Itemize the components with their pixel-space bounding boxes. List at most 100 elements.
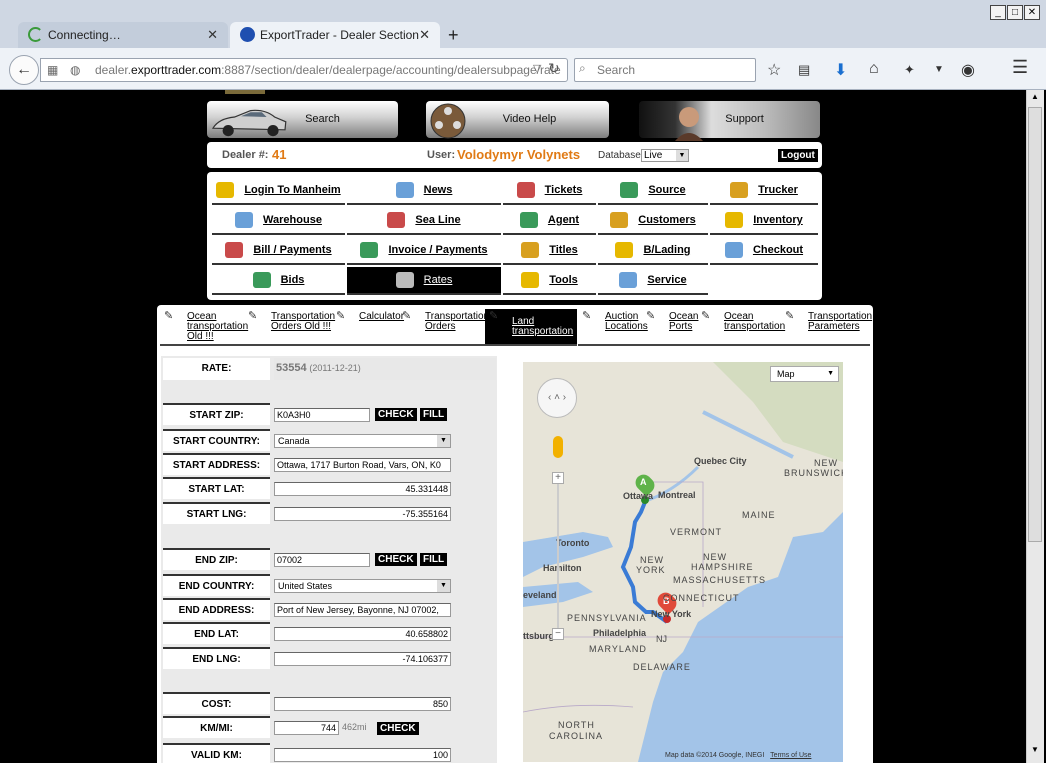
- menu-item-source[interactable]: Source: [598, 177, 708, 205]
- cost-label: COST:: [163, 692, 270, 714]
- menu-item-checkout[interactable]: Checkout: [710, 237, 818, 265]
- valid-km-input[interactable]: 100: [274, 748, 451, 762]
- url-dropdown-icon[interactable]: ▽: [533, 62, 541, 75]
- end-zip-input[interactable]: 07002: [274, 553, 370, 567]
- subtab-ocean-transportation-old[interactable]: ✎ Ocean transportation Old !!!: [160, 309, 248, 346]
- end-address-input[interactable]: Port of New Jersey, Bayonne, NJ 07002,: [274, 603, 451, 617]
- start-zip-input[interactable]: K0A3H0: [274, 408, 370, 422]
- km-input[interactable]: 744: [274, 721, 339, 735]
- menu-item-sea-line[interactable]: Sea Line: [347, 207, 501, 235]
- edit-icon: ✎: [164, 310, 174, 322]
- extension-icon[interactable]: ✦: [904, 62, 915, 78]
- database-value: Live: [644, 150, 663, 161]
- start-address-input[interactable]: Ottawa, 1717 Burton Road, Vars, ON, K0: [274, 458, 451, 472]
- start-lat-input[interactable]: 45.331448: [274, 482, 451, 496]
- menu-item-bill-payments[interactable]: Bill / Payments: [212, 237, 345, 265]
- menu-item-tickets[interactable]: Tickets: [503, 177, 596, 205]
- subtab-land-transportation[interactable]: ✎ Land transportation: [485, 309, 577, 346]
- menu-item-rates[interactable]: Rates: [347, 267, 501, 295]
- map-type-select[interactable]: Map ▼: [770, 366, 839, 382]
- menu-item-b-lading[interactable]: B/Lading: [598, 237, 708, 265]
- back-button[interactable]: ←: [9, 55, 39, 85]
- video-help-button[interactable]: Video Help: [426, 101, 609, 139]
- menu-item-agent[interactable]: Agent: [503, 207, 596, 235]
- end-lng-input[interactable]: -74.106377: [274, 652, 451, 666]
- zoom-out-icon[interactable]: −: [552, 628, 564, 640]
- subtab-calculator[interactable]: ✎ Calculator: [332, 309, 404, 346]
- map-terms-link[interactable]: Terms of Use: [770, 752, 811, 759]
- end-country-select[interactable]: United States ▼: [274, 579, 451, 593]
- street-view-pegman-icon[interactable]: [553, 436, 563, 458]
- scrollbar-thumb[interactable]: [1028, 107, 1042, 542]
- end-lat-label: END LAT:: [163, 622, 270, 644]
- home-icon[interactable]: ⌂: [869, 60, 879, 78]
- end-lat-input[interactable]: 40.658802: [274, 627, 451, 641]
- start-lng-input[interactable]: -75.355164: [274, 507, 451, 521]
- scroll-up-icon[interactable]: ▲: [1028, 92, 1042, 105]
- search-button[interactable]: Search: [207, 101, 398, 138]
- site-favicon-icon: [240, 27, 255, 42]
- subtab-transportation-orders-old[interactable]: ✎ Transportation Orders Old !!!: [244, 309, 335, 346]
- pan-control-icon[interactable]: ‹ ˄ ›: [537, 378, 577, 418]
- menu-item-tools[interactable]: Tools: [503, 267, 596, 295]
- close-window-button[interactable]: ✕: [1024, 5, 1040, 20]
- browser-search-input[interactable]: Search: [574, 58, 756, 82]
- menu-item-customers[interactable]: Customers: [598, 207, 708, 235]
- menu-item-trucker[interactable]: Trucker: [710, 177, 818, 205]
- maximize-button[interactable]: □: [1007, 5, 1023, 20]
- titles-icon: [521, 242, 540, 258]
- cost-input[interactable]: 850: [274, 697, 451, 711]
- subtab-ocean-transportation[interactable]: ✎ Ocean transportation: [697, 309, 785, 346]
- menu-icon[interactable]: ☰: [1012, 57, 1028, 78]
- close-tab-icon[interactable]: ✕: [207, 27, 218, 43]
- tab-connecting[interactable]: Connecting… ✕: [18, 22, 228, 48]
- menu-item-invoice-payments[interactable]: Invoice / Payments: [347, 237, 501, 265]
- database-select[interactable]: Live ▼: [641, 149, 689, 162]
- support-button[interactable]: Support: [639, 101, 820, 141]
- route-map[interactable]: A B Quebec City Ottawa Montreal NEW BRUN…: [523, 362, 843, 762]
- menu-item-inventory[interactable]: Inventory: [710, 207, 818, 235]
- page-list-icon[interactable]: ▦: [47, 63, 58, 77]
- download-icon[interactable]: ⬇: [834, 60, 847, 80]
- start-country-value: Canada: [278, 436, 310, 446]
- new-tab-icon[interactable]: +: [448, 25, 459, 46]
- subtab-ocean-ports[interactable]: ✎ Ocean Ports: [642, 309, 698, 346]
- menu-item-bids[interactable]: Bids: [212, 267, 345, 295]
- zoom-in-icon[interactable]: +: [552, 472, 564, 484]
- source-icon: [620, 182, 639, 198]
- loading-icon: [28, 27, 43, 42]
- start-zip-check-button[interactable]: CHECK: [375, 408, 417, 421]
- subtab-transportation-orders[interactable]: ✎ Transportation Orders: [398, 309, 489, 346]
- end-zip-check-button[interactable]: CHECK: [375, 553, 417, 566]
- sea-line-icon: [387, 212, 406, 228]
- bookmark-star-icon[interactable]: ☆: [767, 60, 781, 80]
- start-zip-fill-button[interactable]: FILL: [420, 408, 448, 421]
- kmmi-check-button[interactable]: CHECK: [377, 722, 419, 735]
- menu-item-warehouse[interactable]: Warehouse: [212, 207, 345, 235]
- support-agent-icon: [675, 107, 703, 141]
- addon-icon[interactable]: ◉: [961, 60, 975, 80]
- close-tab-icon[interactable]: ✕: [419, 27, 430, 43]
- menu-item-login-to-manheim[interactable]: Login To Manheim: [212, 177, 345, 205]
- chevron-down-icon[interactable]: ▼: [934, 64, 944, 75]
- menu-item-news[interactable]: News: [347, 177, 501, 205]
- scroll-down-icon[interactable]: ▼: [1028, 745, 1042, 758]
- url-path: :8887/section/dealer/dealerpage/accounti…: [221, 63, 561, 77]
- subtab-transportation-parameters[interactable]: ✎ Transportation Parameters: [781, 309, 872, 346]
- map-label-toronto: Toronto: [556, 538, 590, 548]
- end-zip-fill-button[interactable]: FILL: [420, 553, 448, 566]
- url-bar[interactable]: dealer.exporttrader.com:8887/section/dea…: [40, 58, 568, 82]
- menu-item-titles[interactable]: Titles: [503, 237, 596, 265]
- search-icon: ⌕: [579, 61, 586, 75]
- start-country-select[interactable]: Canada ▼: [274, 434, 451, 448]
- menu-item-service[interactable]: Service: [598, 267, 708, 295]
- logout-button[interactable]: Logout: [778, 149, 818, 162]
- subtab-auction-locations[interactable]: ✎ Auction Locations: [578, 309, 648, 346]
- reading-list-icon[interactable]: ▤: [798, 62, 810, 78]
- tab-exporttrader[interactable]: ExportTrader - Dealer Section ✕: [230, 22, 440, 48]
- start-country-label: START COUNTRY:: [163, 429, 270, 451]
- zoom-slider[interactable]: [557, 484, 559, 628]
- reload-icon[interactable]: ↻: [548, 60, 560, 77]
- minimize-button[interactable]: _: [990, 5, 1006, 20]
- database-label: Database:: [598, 150, 644, 161]
